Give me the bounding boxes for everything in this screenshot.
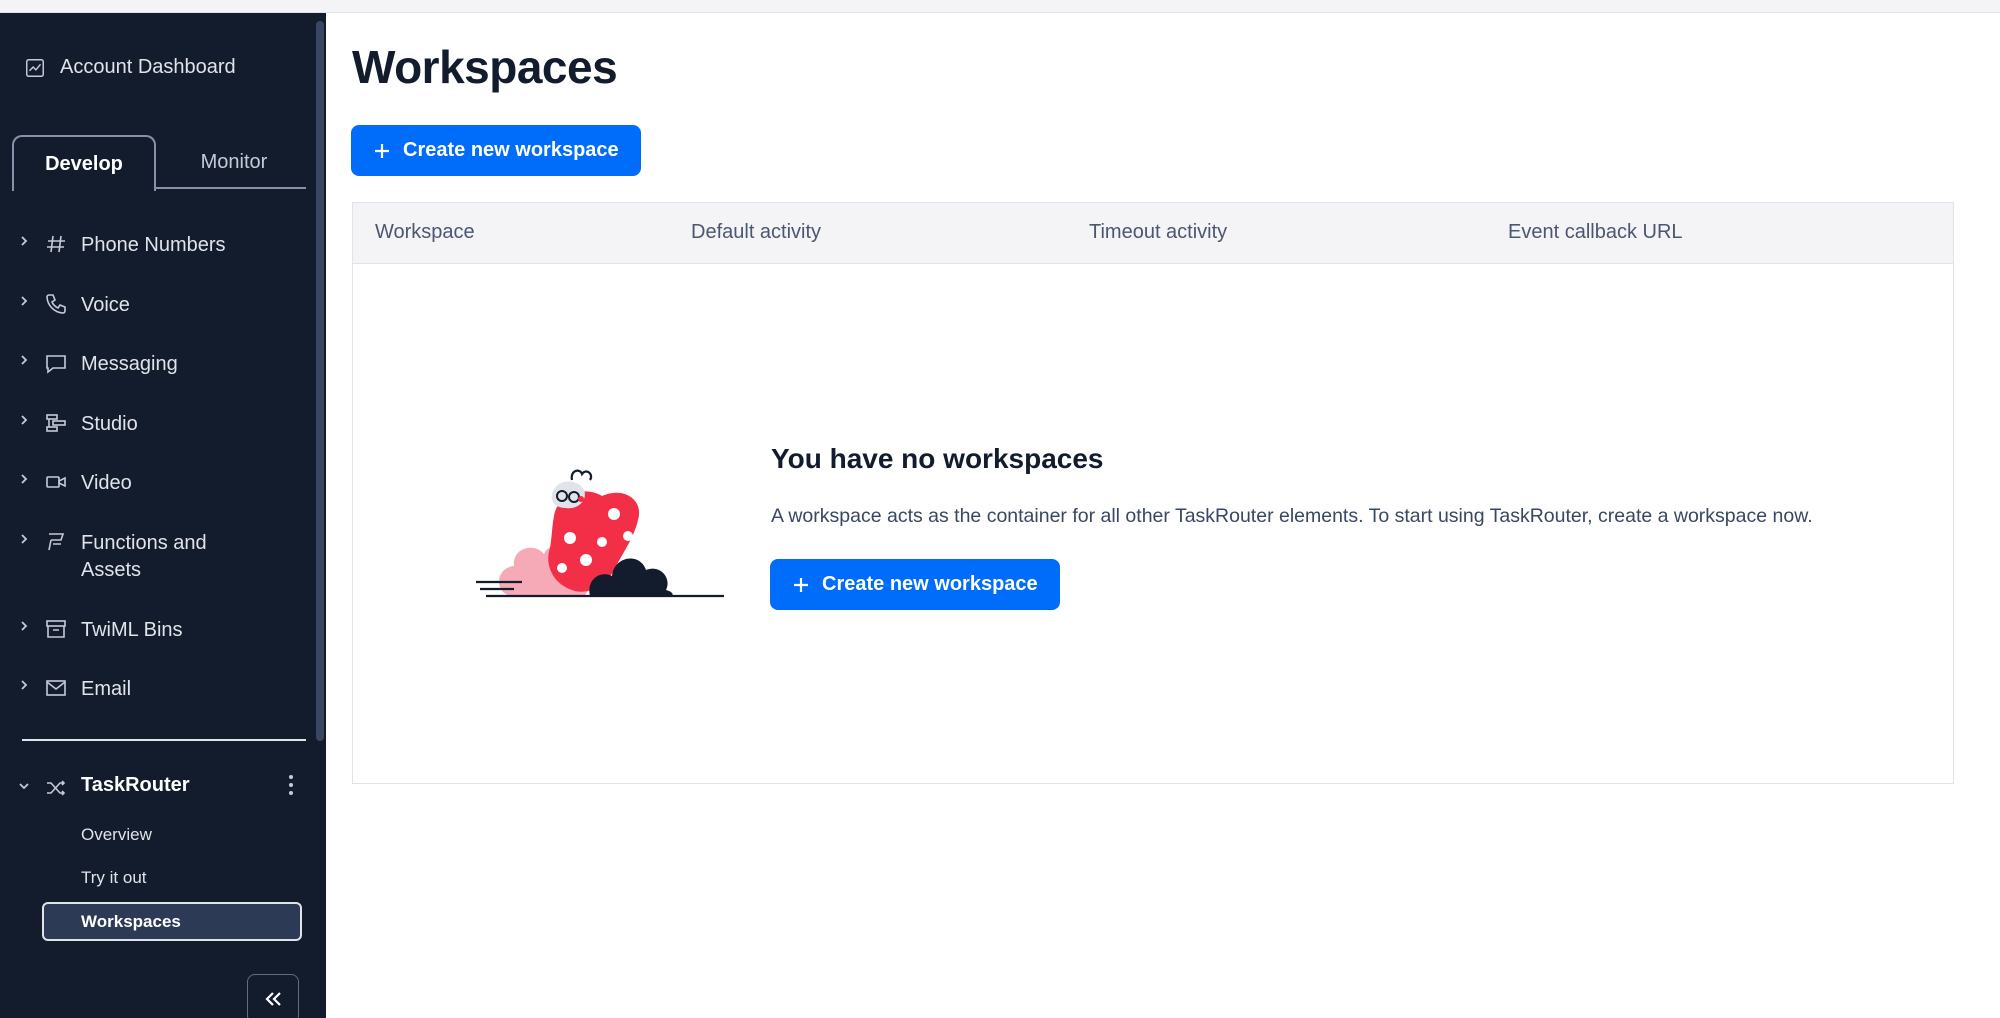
create-workspace-label: Create new workspace	[403, 139, 619, 161]
chat-icon	[46, 355, 66, 374]
empty-state-description: A workspace acts as the container for al…	[771, 505, 1813, 527]
top-bar	[0, 0, 2000, 13]
sidebar-item-twiml-bins[interactable]: TwiML Bins	[0, 605, 326, 665]
chevron-down-icon	[19, 783, 29, 790]
chevron-right-icon	[21, 355, 28, 365]
sidebar-divider	[22, 739, 306, 741]
sidebar-item-label: Email	[81, 678, 132, 700]
hash-icon	[47, 235, 65, 253]
sidebar-item-phone-numbers[interactable]: Phone Numbers	[0, 220, 326, 280]
sidebar-item-label: Phone Numbers	[81, 234, 226, 256]
sidebar-item-label: Studio	[81, 412, 138, 435]
empty-state-illustration	[476, 469, 724, 598]
collapse-sidebar-button[interactable]	[247, 974, 299, 1018]
phone-icon	[46, 293, 66, 314]
sidebar-item-functions[interactable]: Functions and Assets	[0, 518, 326, 605]
chevron-right-icon	[21, 295, 28, 306]
plus-icon	[375, 143, 389, 158]
tab-monitor[interactable]: Monitor	[162, 135, 306, 189]
column-header-timeout-activity: Timeout activity	[1089, 221, 1228, 243]
video-icon	[46, 476, 66, 488]
sidebar-item-email[interactable]: Email	[0, 664, 326, 724]
empty-state-title: You have no workspaces	[771, 443, 1104, 474]
chevron-right-icon	[21, 680, 28, 690]
sidebar-item-messaging[interactable]: Messaging	[0, 339, 326, 399]
empty-state-create-label: Create new workspace	[822, 573, 1038, 595]
sidebar-subitem-workspaces[interactable]: Workspaces	[42, 902, 302, 941]
shuffle-icon	[47, 780, 66, 796]
studio-icon	[46, 413, 66, 432]
account-dashboard-label: Account Dashboard	[60, 56, 236, 78]
sidebar-item-studio[interactable]: Studio	[0, 399, 326, 459]
chart-icon	[26, 58, 44, 77]
column-header-event-callback-url: Event callback URL	[1508, 221, 1683, 243]
chevron-right-icon	[21, 620, 28, 631]
page-title: Workspaces	[352, 41, 618, 93]
sidebar-item-voice[interactable]: Voice	[0, 280, 326, 340]
chevron-right-icon	[21, 533, 28, 544]
sidebar-tabs: Develop Monitor	[12, 135, 306, 191]
sidebar-item-video[interactable]: Video	[0, 458, 326, 518]
sidebar: Account Dashboard Develop Monitor Phone …	[0, 13, 326, 1018]
chevron-right-icon	[21, 474, 28, 484]
tab-develop[interactable]: Develop	[12, 135, 156, 191]
plus-icon	[794, 577, 808, 592]
sidebar-item-label: Video	[81, 472, 132, 494]
bin-icon	[46, 619, 66, 638]
sidebar-nav: Phone Numbers Voice Messaging Studio Vid…	[0, 220, 326, 724]
column-header-workspace: Workspace	[375, 221, 475, 243]
chevrons-left-icon	[265, 992, 281, 1006]
sidebar-subitem-overview[interactable]: Overview	[81, 825, 152, 845]
sidebar-item-label: Functions and Assets	[81, 531, 207, 581]
email-icon	[46, 680, 66, 696]
empty-state-create-workspace-button[interactable]: Create new workspace	[770, 559, 1060, 610]
sidebar-subitem-try-it-out[interactable]: Try it out	[81, 868, 147, 888]
sidebar-item-label: TaskRouter	[81, 774, 190, 796]
sidebar-item-label: Voice	[81, 293, 130, 316]
account-dashboard-link[interactable]: Account Dashboard	[24, 56, 236, 79]
column-header-default-activity: Default activity	[691, 221, 822, 243]
chevron-right-icon	[21, 414, 28, 425]
sidebar-item-taskrouter[interactable]: TaskRouter	[0, 770, 326, 802]
sidebar-item-label: Messaging	[81, 353, 178, 375]
table-header: Workspace Default activity Timeout activ…	[353, 203, 1953, 264]
functions-icon	[48, 532, 65, 550]
chevron-right-icon	[21, 236, 28, 246]
kebab-menu-icon[interactable]	[284, 772, 298, 798]
sidebar-item-label: TwiML Bins	[81, 618, 183, 641]
create-workspace-button[interactable]: Create new workspace	[351, 125, 641, 176]
